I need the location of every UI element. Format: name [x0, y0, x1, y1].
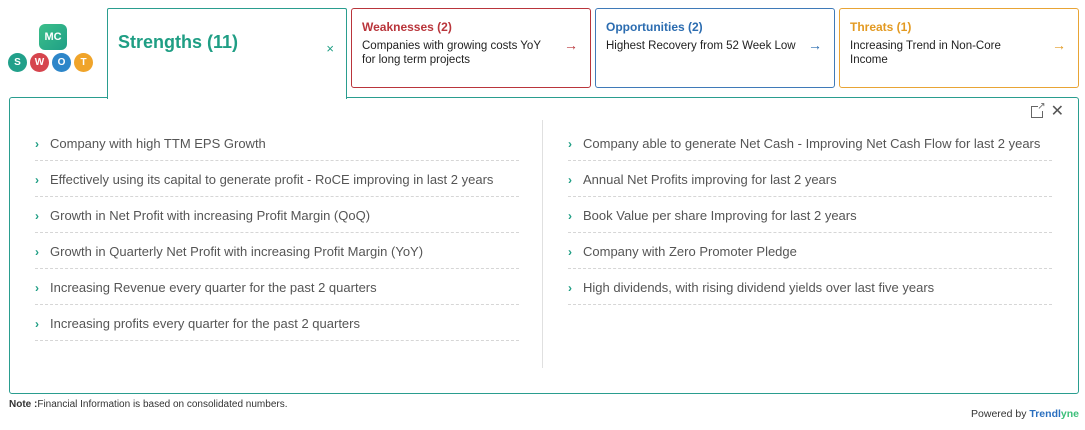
list-item-text: Book Value per share Improving for last …: [583, 208, 857, 223]
swot-w-circle: W: [30, 53, 49, 72]
chevron-right-icon: ›: [35, 245, 39, 259]
list-item-text: Effectively using its capital to generat…: [50, 172, 494, 187]
arrow-right-icon[interactable]: →: [564, 37, 578, 53]
tab-threats[interactable]: Threats (1) Increasing Trend in Non-Core…: [839, 8, 1079, 88]
footer-note: Note :Financial Information is based on …: [9, 399, 288, 410]
list-item[interactable]: › High dividends, with rising dividend y…: [568, 276, 1052, 305]
tab-threats-text: Increasing Trend in Non-Core Income: [850, 40, 1001, 66]
list-item-text: Growth in Net Profit with increasing Pro…: [50, 208, 371, 223]
tab-weaknesses-title: Weaknesses (2): [362, 20, 452, 34]
chevron-right-icon: ›: [568, 281, 572, 295]
chevron-right-icon: ›: [568, 209, 572, 223]
external-link-icon[interactable]: [1030, 101, 1046, 118]
swot-s-circle: S: [8, 53, 27, 72]
list-item[interactable]: › Company with high TTM EPS Growth: [35, 132, 519, 161]
close-icon[interactable]: ✕: [1051, 104, 1064, 120]
tab-threats-title: Threats (1): [850, 20, 912, 34]
list-item[interactable]: › Increasing profits every quarter for t…: [35, 312, 519, 341]
chevron-right-icon: ›: [35, 317, 39, 331]
moneycontrol-swot-logo: MC S W O T: [6, 10, 102, 90]
tab-opportunities-text: Highest Recovery from 52 Week Low: [606, 40, 796, 52]
tab-strengths[interactable]: Strengths (11) ×: [107, 8, 347, 99]
list-item[interactable]: › Growth in Net Profit with increasing P…: [35, 204, 519, 233]
strengths-list-right: › Company able to generate Net Cash - Im…: [568, 132, 1052, 312]
column-divider: [542, 120, 543, 368]
arrow-right-icon[interactable]: →: [1052, 37, 1066, 53]
list-item[interactable]: › Company able to generate Net Cash - Im…: [568, 132, 1052, 161]
list-item-text: Company with Zero Promoter Pledge: [583, 244, 797, 259]
note-text: Financial Information is based on consol…: [37, 399, 288, 410]
tab-opportunities-title: Opportunities (2): [606, 20, 703, 34]
strengths-panel: ✕ › Company with high TTM EPS Growth › E…: [9, 97, 1079, 394]
tab-weaknesses-text: Companies with growing costs YoY for lon…: [362, 40, 541, 66]
trendlyne-link[interactable]: Trendl: [1029, 408, 1061, 420]
note-label: Note :: [9, 399, 38, 410]
panel-tools: ✕: [1030, 101, 1064, 120]
swot-t-circle: T: [74, 53, 93, 72]
list-item-text: Growth in Quarterly Net Profit with incr…: [50, 244, 424, 259]
close-icon[interactable]: ×: [326, 41, 334, 56]
swot-o-circle: O: [52, 53, 71, 72]
list-item-text: Company with high TTM EPS Growth: [50, 136, 266, 151]
chevron-right-icon: ›: [568, 137, 572, 151]
tab-opportunities[interactable]: Opportunities (2) Highest Recovery from …: [595, 8, 835, 88]
list-item-text: Company able to generate Net Cash - Impr…: [583, 136, 1041, 151]
chevron-right-icon: ›: [568, 173, 572, 187]
powered-by-label: Powered by: [971, 408, 1030, 420]
swot-circles: S W O T: [8, 53, 93, 72]
tab-strengths-title: Strengths (11): [118, 32, 239, 52]
list-item-text: Annual Net Profits improving for last 2 …: [583, 172, 837, 187]
tab-weaknesses[interactable]: Weaknesses (2) Companies with growing co…: [351, 8, 591, 88]
list-item-text: High dividends, with rising dividend yie…: [583, 280, 935, 295]
list-item[interactable]: › Book Value per share Improving for las…: [568, 204, 1052, 233]
list-item-text: Increasing Revenue every quarter for the…: [50, 280, 377, 295]
chevron-right-icon: ›: [35, 173, 39, 187]
arrow-right-icon[interactable]: →: [808, 37, 822, 53]
chevron-right-icon: ›: [35, 137, 39, 151]
list-item-text: Increasing profits every quarter for the…: [50, 316, 360, 331]
powered-by: Powered by Trendlyne: [971, 408, 1079, 420]
list-item[interactable]: › Annual Net Profits improving for last …: [568, 168, 1052, 197]
list-item[interactable]: › Growth in Quarterly Net Profit with in…: [35, 240, 519, 269]
list-item[interactable]: › Increasing Revenue every quarter for t…: [35, 276, 519, 305]
trendlyne-link-end[interactable]: yne: [1061, 408, 1079, 420]
chevron-right-icon: ›: [35, 209, 39, 223]
chevron-right-icon: ›: [35, 281, 39, 295]
list-item[interactable]: › Company with Zero Promoter Pledge: [568, 240, 1052, 269]
strengths-list-left: › Company with high TTM EPS Growth › Eff…: [35, 132, 519, 348]
list-item[interactable]: › Effectively using its capital to gener…: [35, 168, 519, 197]
chevron-right-icon: ›: [568, 245, 572, 259]
mc-badge: MC: [39, 24, 67, 50]
